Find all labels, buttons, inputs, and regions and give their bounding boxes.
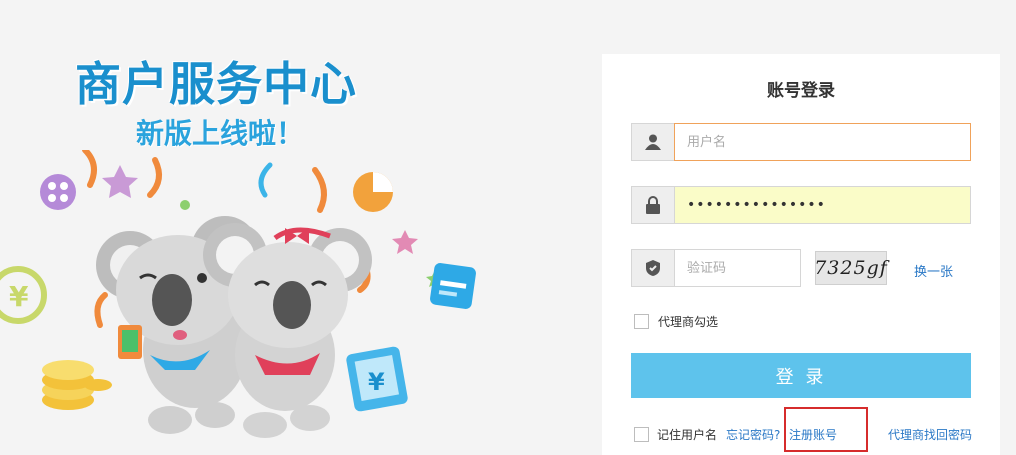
captcha-refresh-link[interactable]: 换一张 xyxy=(914,261,953,280)
login-panel: 账号登录 7325gf 换一张 代理商勾选 登 录 记住用户名 忘记密码? 注册… xyxy=(602,54,1000,455)
remember-username-row[interactable]: 记住用户名 xyxy=(634,426,717,443)
login-footer-links: 记住用户名 忘记密码? 注册账号 代理商找回密码 xyxy=(634,426,974,444)
agent-checkbox-row[interactable]: 代理商勾选 xyxy=(634,313,718,330)
remember-checkbox[interactable] xyxy=(634,427,649,442)
koala-mascots-illustration: ¥ ¥ xyxy=(0,150,476,438)
captcha-input[interactable] xyxy=(674,249,801,287)
password-field xyxy=(631,186,971,224)
yen-coin-icon: ¥ xyxy=(0,266,47,324)
shield-icon xyxy=(631,249,674,287)
svg-text:¥: ¥ xyxy=(9,280,29,313)
user-icon xyxy=(631,123,674,161)
svg-text:¥: ¥ xyxy=(368,368,385,396)
agent-checkbox[interactable] xyxy=(634,314,649,329)
captcha-image[interactable]: 7325gf xyxy=(814,251,887,285)
pie-chart-icon xyxy=(353,172,393,212)
film-reel-icon xyxy=(40,174,76,210)
username-field xyxy=(631,123,971,161)
password-input[interactable] xyxy=(674,186,971,224)
promo-title: 商户服务中心 xyxy=(75,57,357,111)
remember-label: 记住用户名 xyxy=(657,428,718,442)
agent-recover-password-link[interactable]: 代理商找回密码 xyxy=(888,426,972,443)
bank-card-icon xyxy=(430,263,476,309)
coin-stack-icon xyxy=(42,360,112,410)
forgot-password-link[interactable]: 忘记密码? xyxy=(726,426,780,443)
lock-icon xyxy=(631,186,674,224)
login-title: 账号登录 xyxy=(767,81,835,101)
login-button[interactable]: 登 录 xyxy=(631,353,971,398)
tablet-yen-icon: ¥ xyxy=(346,346,408,412)
username-input[interactable] xyxy=(674,123,971,161)
agent-checkbox-label: 代理商勾选 xyxy=(658,315,719,329)
register-account-link[interactable]: 注册账号 xyxy=(789,426,837,443)
promo-subtitle: 新版上线啦！ xyxy=(136,117,305,150)
captcha-field xyxy=(631,249,801,287)
promo-banner: 商户服务中心 新版上线啦！ ¥ ¥ xyxy=(0,0,600,455)
